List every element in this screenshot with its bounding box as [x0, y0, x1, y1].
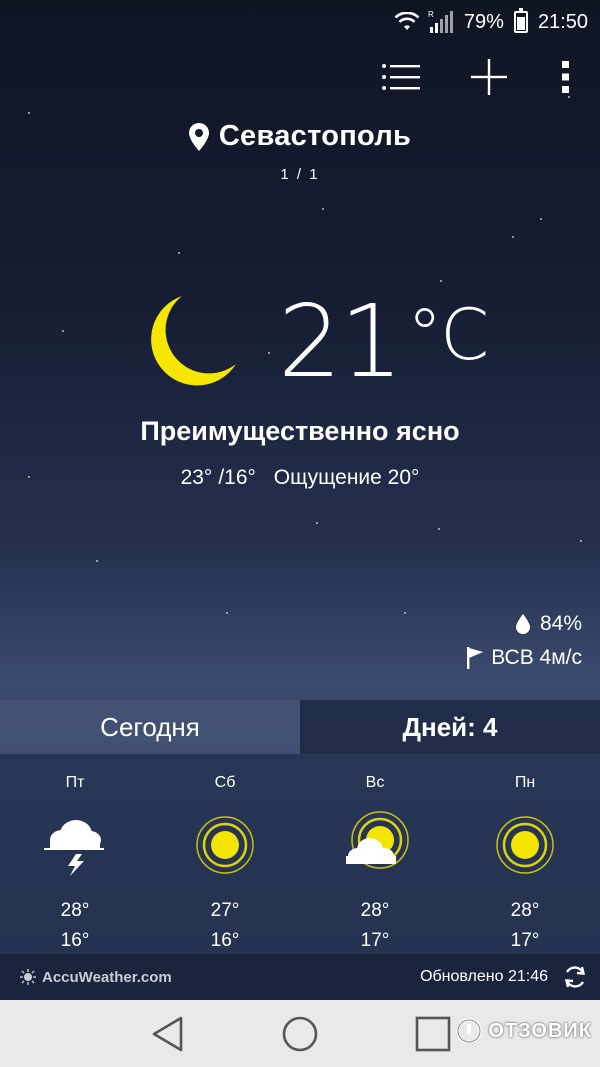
- current-conditions: 21 °C: [140, 283, 489, 400]
- condition-text: Преимущественно ясно: [140, 416, 460, 446]
- accuweather-link[interactable]: AccuWeather.com: [20, 969, 172, 986]
- tab-days[interactable]: Дней: 4: [300, 700, 600, 754]
- sun-icon: [196, 816, 254, 874]
- day-low: 17°: [360, 930, 390, 951]
- watermark: ОТЗОВИК: [456, 1018, 592, 1044]
- forecast-day[interactable]: Вс 28° 17°: [300, 754, 450, 954]
- day-name: Сб: [214, 774, 236, 791]
- list-button[interactable]: [380, 54, 422, 100]
- daily-forecast: Пт 28° 16° Сб 27° 16° Вс 28° 17° Пн 28° …: [0, 754, 600, 954]
- current-temperature: 21 °C: [278, 283, 489, 400]
- updated-text: Обновлено 21:46: [420, 968, 548, 985]
- svg-text:R: R: [428, 10, 434, 19]
- location-header: Севастополь 1 / 1: [0, 120, 600, 183]
- add-city-button[interactable]: [468, 54, 510, 100]
- wind: ВСВ 4м/с: [467, 646, 582, 670]
- day-high: 28°: [510, 900, 540, 921]
- day-low: 16°: [60, 930, 90, 951]
- home-button[interactable]: [278, 1012, 322, 1056]
- forecast-day[interactable]: Пт 28° 16°: [0, 754, 150, 954]
- day-high: 27°: [210, 900, 240, 921]
- day-name: Вс: [365, 774, 385, 791]
- recents-square-icon: [416, 1016, 451, 1051]
- recents-button[interactable]: [411, 1012, 455, 1056]
- city-name: Севастополь: [218, 120, 412, 152]
- high-low-feels: 23°/16° Ощущение 20°: [0, 466, 600, 490]
- toolbar: [380, 54, 576, 100]
- day-name: Пн: [514, 774, 536, 791]
- home-circle-icon: [282, 1016, 318, 1051]
- back-triangle-icon: [152, 1016, 182, 1051]
- humidity: 84%: [515, 612, 582, 636]
- plus-icon: [471, 59, 507, 95]
- more-vertical-icon: [562, 61, 569, 93]
- partly-cloudy-icon: [346, 811, 409, 869]
- day-high: 28°: [60, 900, 90, 921]
- forecast-day[interactable]: Сб 27° 16°: [150, 754, 300, 954]
- high-temp: 23°: [180, 466, 213, 489]
- flag-icon: [467, 647, 484, 669]
- feels-like: Ощущение 20°: [273, 466, 420, 489]
- day-low: 16°: [210, 930, 240, 951]
- last-updated: Обновлено 21:46: [420, 964, 588, 990]
- signal-icon: R: [428, 10, 453, 33]
- tab-today[interactable]: Сегодня: [0, 700, 300, 754]
- forecast-tabs: Сегодня Дней: 4: [0, 700, 600, 754]
- low-temp: /16°: [218, 466, 256, 489]
- location-row[interactable]: Севастополь: [188, 120, 412, 153]
- battery-icon: [513, 8, 528, 33]
- temperature-unit: °C: [407, 294, 489, 376]
- list-icon: [382, 64, 420, 90]
- droplet-icon: [515, 614, 530, 634]
- status-bar: R 79% 21:50: [0, 0, 600, 44]
- page-indicator: 1 / 1: [280, 165, 320, 183]
- day-low: 17°: [510, 930, 540, 951]
- moon-icon: [151, 296, 236, 386]
- wifi-icon: [394, 12, 420, 30]
- weather-screen: R 79% 21:50 Севастополь 1 / 1 21 °C Преи…: [0, 0, 600, 1000]
- accuweather-sun-icon: [20, 969, 36, 985]
- sun-icon: [496, 816, 554, 874]
- watermark-logo-icon: [456, 1018, 482, 1044]
- more-options-button[interactable]: [556, 54, 576, 100]
- footer: AccuWeather.com Обновлено 21:46: [0, 954, 600, 1000]
- back-button[interactable]: [145, 1012, 189, 1056]
- battery-percent: 79%: [463, 10, 504, 33]
- day-name: Пт: [65, 774, 85, 791]
- thunderstorm-icon: [44, 820, 104, 876]
- day-high: 28°: [360, 900, 390, 921]
- location-pin-icon: [188, 122, 209, 151]
- forecast-day[interactable]: Пн 28° 17°: [450, 754, 600, 954]
- clock: 21:50: [537, 10, 588, 33]
- refresh-icon[interactable]: [562, 964, 588, 990]
